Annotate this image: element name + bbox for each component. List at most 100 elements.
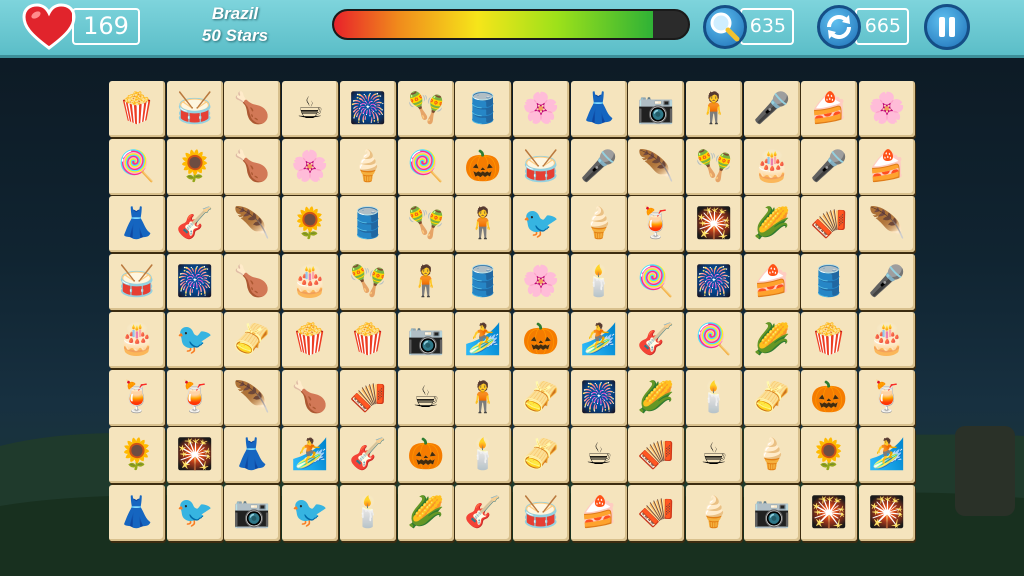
tile-coffee-cup[interactable]: ☕ xyxy=(398,370,454,426)
tile-pink-flower[interactable]: 🌸 xyxy=(282,139,338,195)
tile-coffee-cup[interactable]: ☕ xyxy=(282,81,338,137)
tile-conga-drums[interactable]: 🥁 xyxy=(513,485,569,541)
tile-blue-bird[interactable]: 🐦 xyxy=(282,485,338,541)
tile-cake-slice[interactable]: 🍰 xyxy=(744,254,800,310)
tile-birthday-cake[interactable]: 🎂 xyxy=(859,312,915,368)
tile-popcorn[interactable]: 🍿 xyxy=(340,312,396,368)
tile-coffee-cup[interactable]: ☕ xyxy=(571,427,627,483)
tile-pumpkin[interactable]: 🎃 xyxy=(801,370,857,426)
tile-corn-tray[interactable]: 🌽 xyxy=(744,312,800,368)
tile-cotton-candy[interactable]: 🍭 xyxy=(686,312,742,368)
tile-candles[interactable]: 🕯️ xyxy=(455,427,511,483)
tile-ice-cream[interactable]: 🍦 xyxy=(571,196,627,252)
tile-pumpkin[interactable]: 🎃 xyxy=(513,312,569,368)
tile-accordion[interactable]: 🪗 xyxy=(628,485,684,541)
tile-pamonha[interactable]: 🫔 xyxy=(224,312,280,368)
tile-microphone[interactable]: 🎤 xyxy=(571,139,627,195)
tile-maracas[interactable]: 🪇 xyxy=(686,139,742,195)
tile-coxinha[interactable]: 🍗 xyxy=(282,370,338,426)
tile-microphone[interactable]: 🎤 xyxy=(744,81,800,137)
tile-conga-drums[interactable]: 🥁 xyxy=(167,81,223,137)
tile-sack-race[interactable]: 🧍 xyxy=(455,370,511,426)
tile-microphone[interactable]: 🎤 xyxy=(859,254,915,310)
tile-festa-dress[interactable]: 👗 xyxy=(109,196,165,252)
tile-pamonha[interactable]: 🫔 xyxy=(513,427,569,483)
tile-birthday-cake[interactable]: 🎂 xyxy=(282,254,338,310)
tile-cotton-candy[interactable]: 🍭 xyxy=(628,254,684,310)
tile-fireworks[interactable]: 🎆 xyxy=(167,254,223,310)
tile-carnival-headdress[interactable]: 🪶 xyxy=(859,196,915,252)
tile-pamonha[interactable]: 🫔 xyxy=(744,370,800,426)
tile-coffee-cup[interactable]: ☕ xyxy=(686,427,742,483)
tile-coxinha[interactable]: 🍗 xyxy=(224,81,280,137)
tile-accordion[interactable]: 🪗 xyxy=(340,370,396,426)
tile-corn-tray[interactable]: 🌽 xyxy=(744,196,800,252)
tile-ice-cream[interactable]: 🍦 xyxy=(340,139,396,195)
tile-fireworks-sparkle[interactable]: 🎇 xyxy=(859,485,915,541)
tile-fireworks[interactable]: 🎆 xyxy=(571,370,627,426)
tile-carnival-headdress[interactable]: 🪶 xyxy=(224,196,280,252)
tile-ice-cream[interactable]: 🍦 xyxy=(686,485,742,541)
tile-birthday-cake[interactable]: 🎂 xyxy=(109,312,165,368)
tile-sunflower-pot[interactable]: 🌻 xyxy=(801,427,857,483)
tile-guitar[interactable]: 🎸 xyxy=(455,485,511,541)
tile-drum[interactable]: 🛢️ xyxy=(455,81,511,137)
tile-surfboard[interactable]: 🏄 xyxy=(455,312,511,368)
tile-sunflower-pot[interactable]: 🌻 xyxy=(109,427,165,483)
tile-candles[interactable]: 🕯️ xyxy=(340,485,396,541)
tile-popcorn[interactable]: 🍿 xyxy=(109,81,165,137)
tile-fruit-punch[interactable]: 🍹 xyxy=(628,196,684,252)
tile-sack-race[interactable]: 🧍 xyxy=(455,196,511,252)
tile-cake-slice[interactable]: 🍰 xyxy=(571,485,627,541)
tile-carnival-headdress[interactable]: 🪶 xyxy=(628,139,684,195)
tile-pink-flower[interactable]: 🌸 xyxy=(859,81,915,137)
tile-conga-drums[interactable]: 🥁 xyxy=(109,254,165,310)
tile-sunflower-pot[interactable]: 🌻 xyxy=(282,196,338,252)
tile-ice-cream[interactable]: 🍦 xyxy=(744,427,800,483)
tile-accordion[interactable]: 🪗 xyxy=(801,196,857,252)
tile-camera[interactable]: 📷 xyxy=(224,485,280,541)
tile-sunflower-pot[interactable]: 🌻 xyxy=(167,139,223,195)
tile-maracas[interactable]: 🪇 xyxy=(398,81,454,137)
tile-popcorn[interactable]: 🍿 xyxy=(801,312,857,368)
tile-corn-tray[interactable]: 🌽 xyxy=(628,370,684,426)
tile-surfboard[interactable]: 🏄 xyxy=(859,427,915,483)
tile-drum[interactable]: 🛢️ xyxy=(455,254,511,310)
tile-blue-bird[interactable]: 🐦 xyxy=(513,196,569,252)
tile-fireworks-sparkle[interactable]: 🎇 xyxy=(167,427,223,483)
tile-microphone[interactable]: 🎤 xyxy=(801,139,857,195)
tile-pink-flower[interactable]: 🌸 xyxy=(513,81,569,137)
tile-fireworks[interactable]: 🎆 xyxy=(340,81,396,137)
tile-accordion[interactable]: 🪗 xyxy=(628,427,684,483)
tile-popcorn[interactable]: 🍿 xyxy=(282,312,338,368)
tile-cake-slice[interactable]: 🍰 xyxy=(859,139,915,195)
tile-pumpkin[interactable]: 🎃 xyxy=(398,427,454,483)
tile-cotton-candy[interactable]: 🍭 xyxy=(398,139,454,195)
tile-coxinha[interactable]: 🍗 xyxy=(224,254,280,310)
tile-cake-slice[interactable]: 🍰 xyxy=(801,81,857,137)
tile-camera[interactable]: 📷 xyxy=(628,81,684,137)
pause-button[interactable] xyxy=(924,4,970,50)
tile-pamonha[interactable]: 🫔 xyxy=(513,370,569,426)
tile-blue-bird[interactable]: 🐦 xyxy=(167,485,223,541)
tile-cotton-candy[interactable]: 🍭 xyxy=(109,139,165,195)
tile-festa-dress[interactable]: 👗 xyxy=(224,427,280,483)
shuffle-button[interactable] xyxy=(817,5,861,49)
tile-conga-drums[interactable]: 🥁 xyxy=(513,139,569,195)
tile-guitar[interactable]: 🎸 xyxy=(340,427,396,483)
tile-pink-flower[interactable]: 🌸 xyxy=(513,254,569,310)
tile-sack-race[interactable]: 🧍 xyxy=(398,254,454,310)
tile-maracas[interactable]: 🪇 xyxy=(398,196,454,252)
tile-candles[interactable]: 🕯️ xyxy=(686,370,742,426)
hint-button[interactable] xyxy=(703,5,747,49)
tile-fruit-punch[interactable]: 🍹 xyxy=(109,370,165,426)
tile-corn-tray[interactable]: 🌽 xyxy=(398,485,454,541)
tile-maracas[interactable]: 🪇 xyxy=(340,254,396,310)
tile-fireworks-sparkle[interactable]: 🎇 xyxy=(801,485,857,541)
tile-festa-dress[interactable]: 👗 xyxy=(571,81,627,137)
tile-fruit-punch[interactable]: 🍹 xyxy=(167,370,223,426)
tile-carnival-headdress[interactable]: 🪶 xyxy=(224,370,280,426)
tile-surfboard[interactable]: 🏄 xyxy=(282,427,338,483)
tile-guitar[interactable]: 🎸 xyxy=(167,196,223,252)
tile-birthday-cake[interactable]: 🎂 xyxy=(744,139,800,195)
